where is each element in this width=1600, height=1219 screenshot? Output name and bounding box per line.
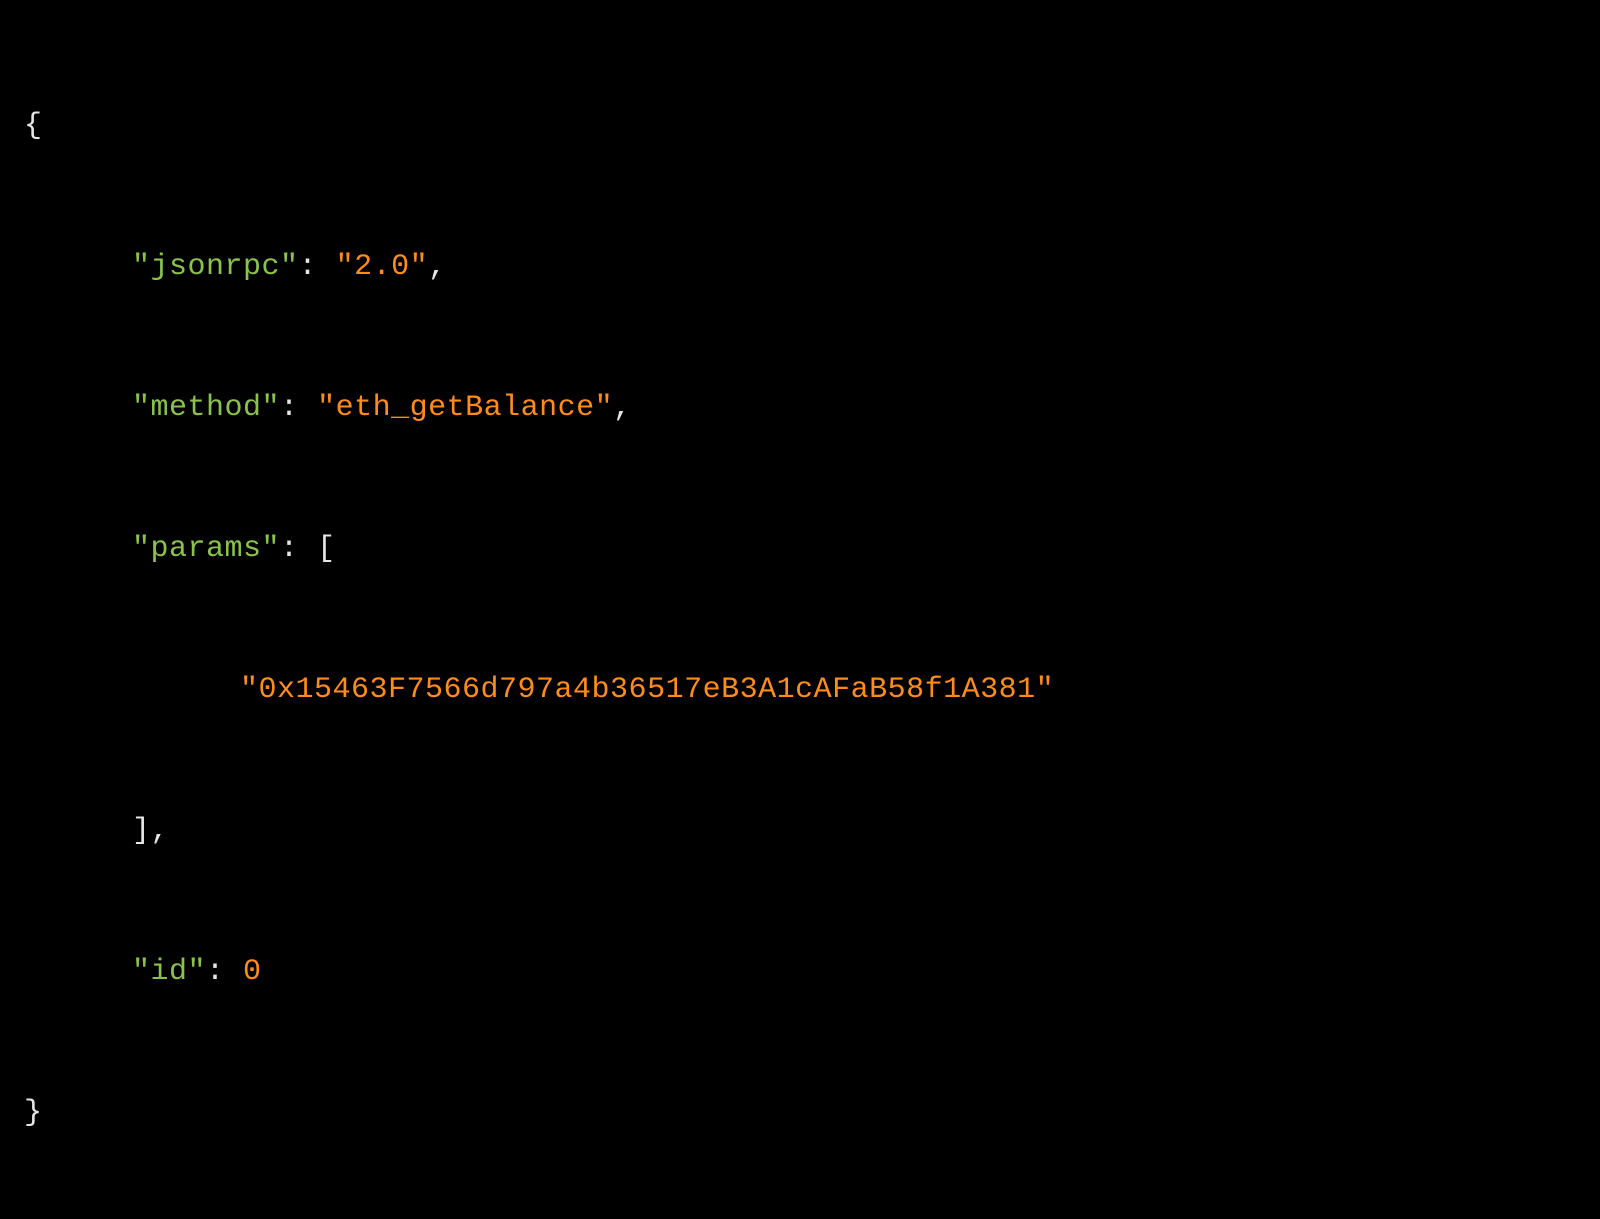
- brace-close: }: [24, 1096, 43, 1130]
- colon: :: [280, 391, 299, 425]
- value-method: "eth_getBalance": [317, 391, 613, 425]
- line-open-brace: {: [24, 91, 1576, 162]
- key-id: "id": [132, 955, 206, 989]
- value-param0: "0x15463F7566d797a4b36517eB3A1cAFaB58f1A…: [240, 673, 1054, 707]
- line-jsonrpc: "jsonrpc": "2.0",: [24, 232, 1576, 303]
- brace-open: {: [24, 109, 43, 143]
- bracket-close-comma: ],: [132, 814, 169, 848]
- line-close-brace: }: [24, 1078, 1576, 1149]
- colon: :: [206, 955, 225, 989]
- space: [317, 250, 336, 284]
- bracket-open: [: [317, 532, 336, 566]
- comma: ,: [613, 391, 632, 425]
- key-method: "method": [132, 391, 280, 425]
- colon: :: [280, 532, 299, 566]
- line-params-close: ],: [24, 796, 1576, 867]
- space: [299, 391, 318, 425]
- value-jsonrpc: "2.0": [336, 250, 429, 284]
- comma: ,: [428, 250, 447, 284]
- key-params: "params": [132, 532, 280, 566]
- line-param0: "0x15463F7566d797a4b36517eB3A1cAFaB58f1A…: [24, 655, 1576, 726]
- line-params-open: "params": [: [24, 514, 1576, 585]
- key-jsonrpc: "jsonrpc": [132, 250, 299, 284]
- line-method: "method": "eth_getBalance",: [24, 373, 1576, 444]
- colon: :: [299, 250, 318, 284]
- line-id: "id": 0: [24, 937, 1576, 1008]
- json-code-block: { "jsonrpc": "2.0", "method": "eth_getBa…: [24, 20, 1576, 1219]
- value-id: 0: [243, 955, 262, 989]
- space: [299, 532, 318, 566]
- space: [225, 955, 244, 989]
